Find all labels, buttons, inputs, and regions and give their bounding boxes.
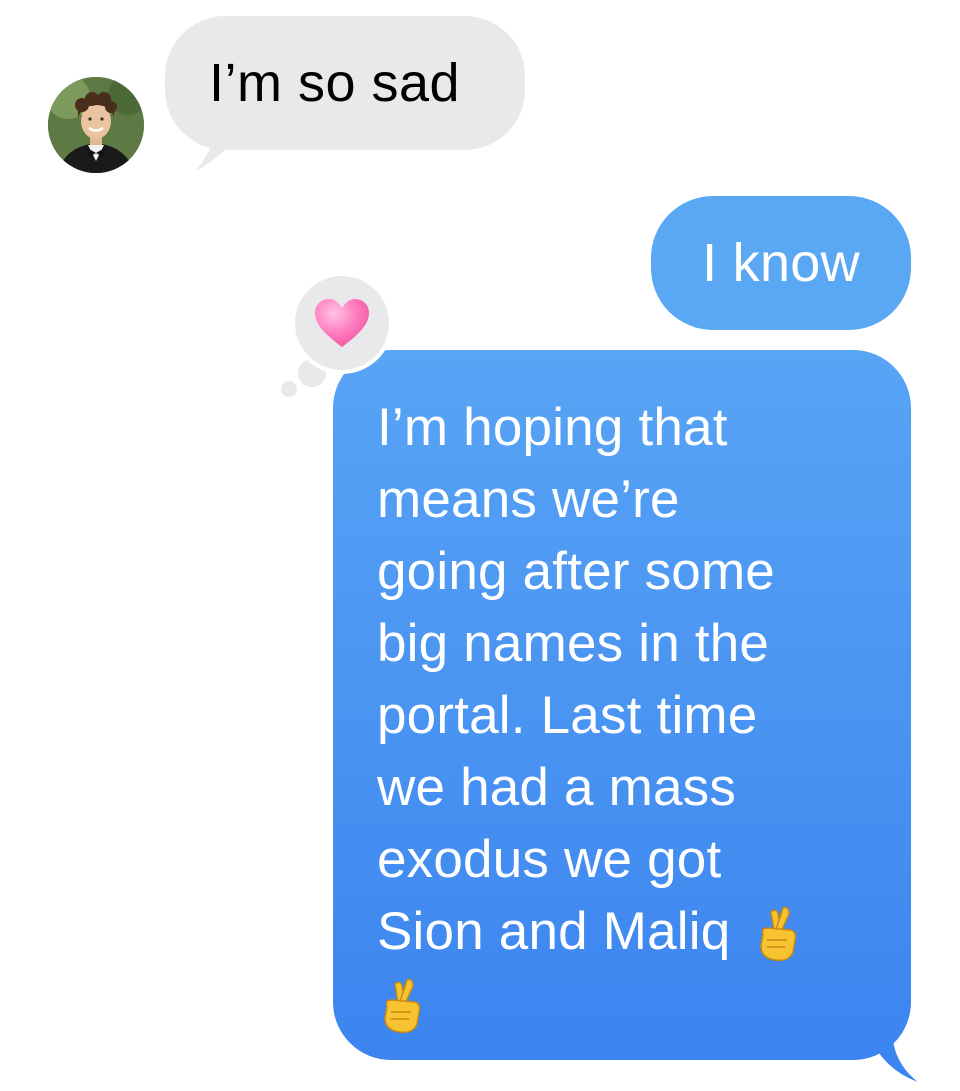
message-line: exodus we got	[377, 830, 722, 889]
tapback-reaction[interactable]	[291, 272, 393, 374]
received-message-text: I’m so sad	[209, 53, 461, 113]
sent-message-bubble[interactable]: I know	[651, 196, 911, 330]
message-line: Sion and Maliq	[377, 902, 746, 961]
contact-avatar[interactable]	[48, 77, 144, 173]
message-line: I’m hoping that	[377, 398, 728, 457]
contact-photo-icon	[48, 77, 144, 173]
message-line: we had a mass	[377, 758, 737, 817]
sent-message-long-text: I’m hoping that means we’re going after …	[377, 392, 881, 1040]
message-line: going after some	[377, 542, 775, 601]
sent-message-bubble-long[interactable]: I’m hoping that means we’re going after …	[333, 350, 911, 1060]
message-thread: I’m so sad I know I’m hoping that means …	[0, 0, 960, 1091]
tapback-tail-dot-small	[281, 381, 297, 397]
message-line: big names in the	[377, 614, 770, 673]
received-message-bubble[interactable]: I’m so sad	[165, 16, 525, 150]
crossed-fingers-icon	[384, 978, 421, 1034]
message-line: portal. Last time	[377, 686, 758, 745]
sent-bubble-tail	[866, 1028, 918, 1082]
heart-icon	[315, 299, 369, 347]
message-line: means we’re	[377, 470, 680, 529]
crossed-fingers-icon	[760, 906, 797, 962]
sent-message-text: I know	[702, 233, 860, 293]
